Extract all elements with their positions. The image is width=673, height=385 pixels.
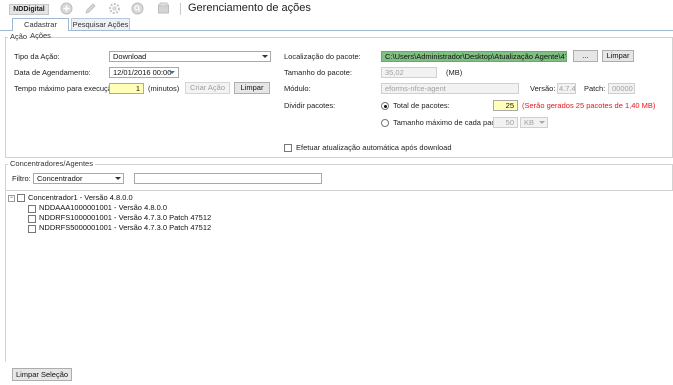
limpar-pacote-button[interactable]: Limpar <box>602 50 634 62</box>
search-icon[interactable] <box>131 2 144 15</box>
tamanho-maximo-input: 50 <box>493 117 518 128</box>
filtro-select[interactable]: Concentrador <box>33 173 124 184</box>
versao-input: 4.7.4 <box>557 83 576 94</box>
tab-cadastrar-acoes[interactable]: Cadastrar Ações <box>12 18 69 40</box>
add-icon[interactable] <box>60 2 73 15</box>
tempo-maximo-label: Tempo máximo para execução: <box>14 84 119 93</box>
tab-pesquisar-acoes[interactable]: Pesquisar Ações <box>71 18 130 30</box>
criar-acao-button[interactable]: Criar Ação <box>185 82 230 94</box>
tipo-acao-value: Download <box>113 52 147 61</box>
data-agendamento-value: 12/01/2016 00:00 <box>113 68 172 77</box>
tree-child-checkbox[interactable] <box>28 205 36 213</box>
acao-group-title: Ação <box>8 32 30 41</box>
tree-child-item[interactable]: NDDAAA1000001001 - Versão 4.8.0.0 <box>39 203 167 213</box>
auto-update-checkbox[interactable] <box>284 144 292 152</box>
patch-input: 00000 <box>608 83 635 94</box>
tamanho-maximo-unit-value: KB <box>524 118 535 127</box>
chevron-down-icon <box>262 55 268 58</box>
tree-child-checkbox[interactable] <box>28 215 36 223</box>
data-agendamento-picker[interactable]: 12/01/2016 00:00 <box>109 67 179 78</box>
toolbar-separator <box>180 3 181 15</box>
localizacao-input[interactable]: C:\Users\Administrador\Desktop\Atualizaç… <box>381 51 567 62</box>
modulo-label: Módulo: <box>284 84 311 93</box>
calendar-dropdown-icon <box>169 71 175 74</box>
localizacao-label: Localização do pacote: <box>284 52 361 61</box>
tamanho-maximo-label: Tamanho máximo de cada pacote: <box>393 118 508 127</box>
tempo-maximo-input[interactable]: 1 <box>109 83 144 94</box>
tipo-acao-label: Tipo da Ação: <box>14 52 60 61</box>
dividir-pacotes-label: Dividir pacotes: <box>284 101 336 110</box>
ndd-logo: NDDigital <box>9 4 49 15</box>
tree-child-item[interactable]: NDDRFS1000001001 - Versão 4.7.3.0 Patch … <box>39 213 211 223</box>
tree-child-checkbox[interactable] <box>28 225 36 233</box>
chevron-down-icon <box>539 121 545 124</box>
tree-root-item[interactable]: Concentrador1 - Versão 4.8.0.0 <box>28 193 133 203</box>
tab-strip-line <box>0 30 673 31</box>
tipo-acao-select[interactable]: Download <box>109 51 271 62</box>
total-pacotes-radio[interactable] <box>381 102 389 110</box>
app-title: Gerenciamento de ações <box>188 2 311 14</box>
filtro-search-input[interactable] <box>134 173 322 184</box>
patch-label: Patch: <box>584 84 606 93</box>
tamanho-maximo-radio[interactable] <box>381 119 389 127</box>
filtro-value: Concentrador <box>37 174 83 183</box>
tree-child-item[interactable]: NDDRFS5000001001 - Versão 4.7.3.0 Patch … <box>39 223 211 233</box>
tamanho-unit-label: (MB) <box>446 68 463 77</box>
concentradores-tree[interactable]: − Concentrador1 - Versão 4.8.0.0 NDDAAA1… <box>5 190 673 362</box>
limpar-selecao-button[interactable]: Limpar Seleção <box>12 368 72 381</box>
tamanho-pacote-input: 35,02 <box>381 67 437 78</box>
tamanho-maximo-unit-select: KB <box>520 117 548 128</box>
tree-collapse-toggle[interactable]: − <box>8 195 15 202</box>
total-pacotes-note: (Serão gerados 25 pacotes de 1,40 MB) <box>522 101 656 110</box>
data-agendamento-label: Data de Agendamento: <box>14 68 91 77</box>
chevron-down-icon <box>115 177 121 180</box>
edit-icon[interactable] <box>84 2 97 15</box>
tempo-unit-label: (minutos) <box>148 84 180 93</box>
auto-update-label: Efetuar atualização automática após down… <box>296 143 452 152</box>
browse-button[interactable]: ... <box>573 50 598 62</box>
gear-icon[interactable] <box>108 2 121 15</box>
filtro-label: Filtro: <box>12 174 31 183</box>
toolbar: NDDigital Gerenciamento de ações <box>0 0 673 17</box>
import-icon[interactable] <box>157 2 170 15</box>
modulo-input: eforms-nfce-agent <box>381 83 519 94</box>
versao-label: Versão: <box>530 84 556 93</box>
tamanho-pacote-label: Tamanho do pacote: <box>284 68 352 77</box>
total-pacotes-input[interactable]: 25 <box>493 100 518 111</box>
concentradores-group-title: Concentradores/Agentes <box>8 159 95 168</box>
limpar-button[interactable]: Limpar <box>234 82 270 94</box>
total-pacotes-label: Total de pacotes: <box>393 101 450 110</box>
tree-root-checkbox[interactable] <box>17 194 25 202</box>
